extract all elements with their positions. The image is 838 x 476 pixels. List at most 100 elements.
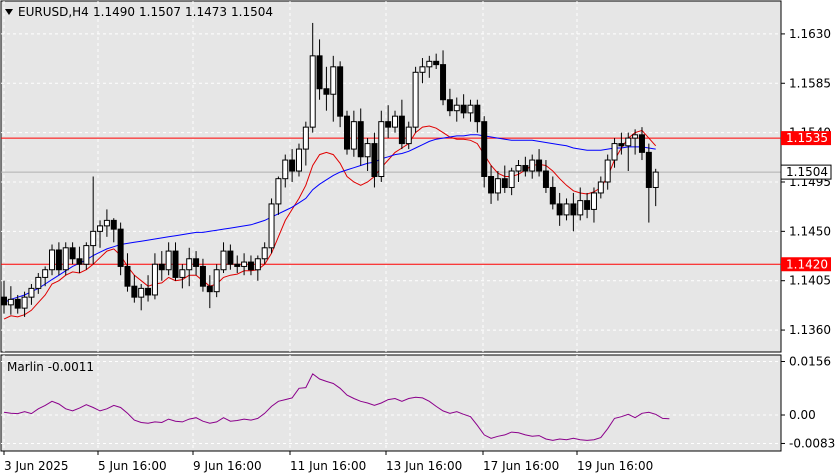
candle-body (577, 200, 584, 216)
chart-header-symbol: EURUSD,H4 (18, 5, 89, 19)
candle-body (316, 55, 323, 90)
candle-body (186, 258, 193, 271)
candle-body (295, 148, 302, 172)
candle-body (131, 285, 138, 298)
candle-body (426, 60, 433, 68)
candle-body (199, 265, 206, 287)
candle-body (501, 178, 508, 188)
candle-body (529, 159, 536, 172)
candle-body (494, 178, 501, 194)
candle-body (55, 249, 62, 271)
candle-body (453, 104, 460, 112)
candle-body (69, 247, 76, 260)
candle-body (261, 247, 268, 260)
candle-body (7, 298, 14, 306)
candle-body (309, 55, 316, 128)
candle-body (90, 230, 97, 247)
candle-body (542, 170, 549, 188)
price-panel[interactable] (0, 0, 782, 353)
candle-body (165, 250, 172, 271)
time-label: 5 Jun 16:00 (98, 459, 167, 473)
indicator-panel[interactable] (0, 354, 782, 452)
candle-body (350, 121, 357, 150)
candle-body (282, 159, 289, 180)
candle-body (584, 200, 591, 210)
time-label: 17 Jun 16:00 (483, 459, 559, 473)
candle-body (110, 219, 117, 230)
candle-body (1, 296, 7, 306)
candle-body (206, 285, 213, 293)
candle-body (385, 121, 392, 128)
chart-header-open: 1.1490 (93, 5, 135, 19)
price-tick-label: 1.1450 (789, 224, 831, 238)
trading-chart[interactable]: EURUSD,H4 1.1490 1.1507 1.1473 1.1504 1.… (0, 0, 838, 476)
candle-body (412, 71, 419, 128)
candle-body (172, 250, 179, 278)
candle-body (247, 261, 254, 271)
candle-body (227, 250, 234, 265)
candle-body (234, 263, 241, 267)
candle-body (611, 143, 618, 161)
candle-body (145, 287, 152, 296)
candle-body (179, 269, 186, 278)
time-label: 9 Jun 16:00 (193, 459, 262, 473)
candle-body (419, 66, 426, 73)
candle-body (268, 203, 275, 249)
candle-body (337, 66, 344, 117)
time-label: 19 Jun 16:00 (577, 459, 653, 473)
candle-body (289, 159, 296, 172)
candle (481, 116, 488, 188)
candle-body (433, 60, 440, 66)
candle-body (536, 159, 543, 172)
candle-body (76, 258, 83, 265)
time-axis: 3 Jun 2025 5 Jun 16:00 9 Jun 16:00 11 Jun 1… (3, 451, 653, 473)
current-price-label: 1.1504 (786, 165, 828, 179)
indicator-label: Marlin -0.0011 (7, 360, 94, 374)
candle-body (49, 249, 56, 271)
candle-body (440, 64, 447, 101)
candle-body (138, 287, 145, 298)
candle-body (563, 203, 570, 216)
candle-body (474, 104, 481, 123)
candle-body (35, 276, 42, 289)
candle-body (590, 192, 597, 210)
indicator-tick-label: 0.0156 (789, 355, 831, 369)
candle-body (405, 126, 412, 145)
price-tick-label: 1.1585 (789, 76, 831, 90)
candle (268, 198, 275, 254)
candle (378, 110, 385, 182)
candle-body (357, 121, 364, 158)
candle-body (625, 137, 632, 147)
candle-body (241, 261, 248, 267)
candle-body (446, 99, 453, 112)
candle-body (21, 296, 28, 309)
candle-body (508, 170, 515, 188)
candle-body (371, 143, 378, 177)
candle-body (632, 134, 639, 139)
candle-body (618, 143, 625, 147)
candle-body (158, 263, 165, 271)
candle-body (97, 225, 104, 232)
candle-body (597, 181, 604, 194)
candle-body (549, 186, 556, 205)
candle (344, 110, 350, 155)
level-price-label: 1.1535 (786, 131, 828, 145)
candle-body (151, 263, 158, 296)
candle-body (302, 126, 309, 150)
candle-body (522, 165, 529, 172)
candle-body (364, 143, 371, 158)
candle-body (460, 104, 467, 114)
candle-body (193, 258, 200, 267)
candle (412, 66, 419, 133)
candle-body (124, 265, 131, 287)
candle-body (570, 203, 577, 216)
candle-body (275, 178, 282, 205)
candle-body (378, 121, 385, 177)
price-axis: 1.16301.15851.15401.14951.14501.14051.13… (780, 27, 832, 337)
candle-body (488, 176, 495, 194)
candle-body (323, 88, 330, 95)
candle-body (556, 203, 563, 216)
candle-body (481, 121, 488, 177)
candle-body (14, 298, 21, 309)
indicator-tick-label: -0.0083 (789, 436, 835, 450)
